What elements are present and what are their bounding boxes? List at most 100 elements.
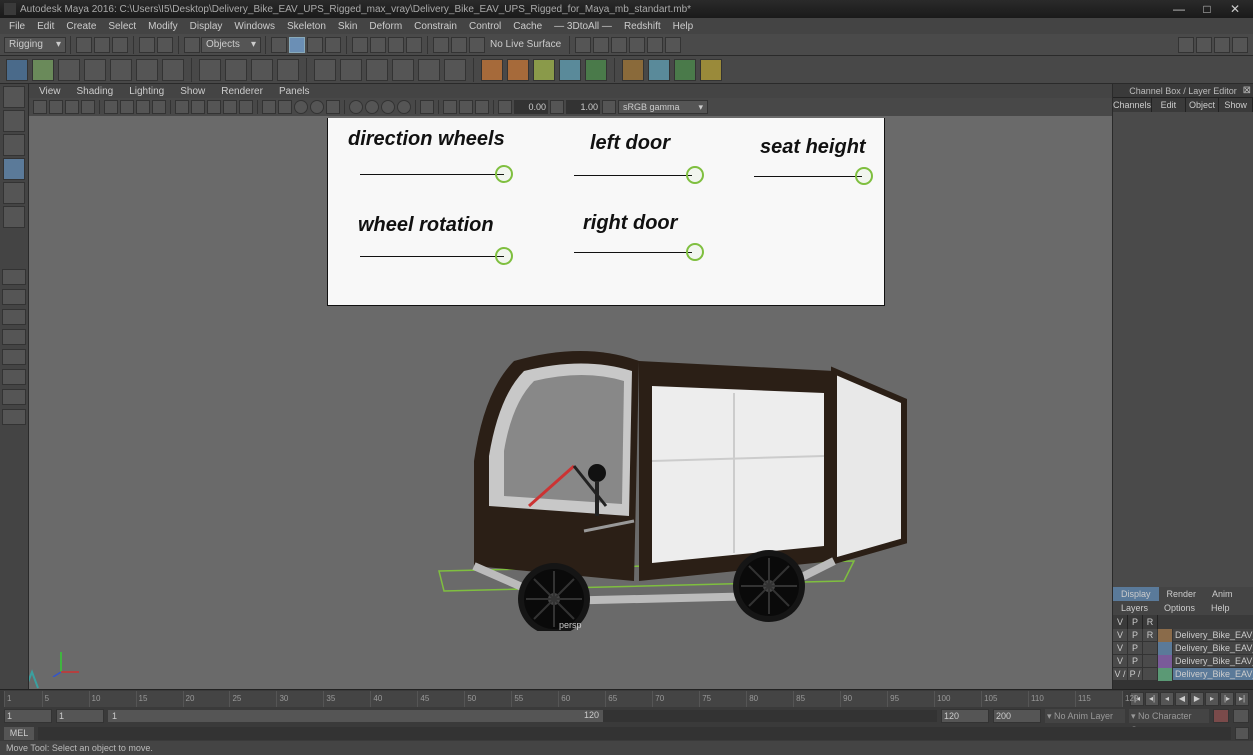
layout-two-h-icon[interactable]	[2, 309, 26, 325]
menu-3dtoall[interactable]: — 3DtoAll —	[549, 21, 617, 32]
rotate-tool-icon[interactable]	[3, 182, 25, 204]
menu-create[interactable]: Create	[61, 21, 101, 32]
shelf-lattice-icon[interactable]	[199, 59, 221, 81]
pt-ao-icon[interactable]	[294, 100, 308, 114]
new-scene-icon[interactable]	[76, 37, 92, 53]
pt-grid-icon[interactable]	[104, 100, 118, 114]
layer-menu-layers[interactable]: Layers	[1113, 601, 1156, 615]
panel-panels[interactable]: Panels	[279, 86, 310, 97]
snap-curve-icon[interactable]	[289, 37, 305, 53]
layout-icon-1[interactable]	[1178, 37, 1194, 53]
menu-control[interactable]: Control	[464, 21, 506, 32]
menu-redshift[interactable]: Redshift	[619, 21, 666, 32]
menu-cache[interactable]: Cache	[508, 21, 547, 32]
snap-plane-icon[interactable]	[325, 37, 341, 53]
pt-motion-icon[interactable]	[310, 100, 324, 114]
panel-renderer[interactable]: Renderer	[221, 86, 263, 97]
shelf-paint-4-icon[interactable]	[700, 59, 722, 81]
construction-icon[interactable]	[388, 37, 404, 53]
range-start-outer[interactable]: 1	[4, 709, 52, 723]
layout-icon-4[interactable]	[1232, 37, 1248, 53]
seat-height-handle[interactable]	[855, 167, 873, 185]
shelf-curve-2-icon[interactable]	[340, 59, 362, 81]
select-tool-icon[interactable]	[3, 86, 25, 108]
range-total[interactable]: 200	[993, 709, 1041, 723]
menu-skeleton[interactable]: Skeleton	[282, 21, 331, 32]
pt-cm-icon[interactable]	[602, 100, 616, 114]
shelf-paint-2-icon[interactable]	[648, 59, 670, 81]
panel-view[interactable]: View	[39, 86, 61, 97]
toggle-icon-4[interactable]	[629, 37, 645, 53]
pt-light-1-icon[interactable]	[349, 100, 363, 114]
direction-wheels-handle[interactable]	[495, 165, 513, 183]
cmd-input[interactable]	[38, 727, 1231, 740]
pt-safe-icon[interactable]	[152, 100, 166, 114]
pt-isolate-icon[interactable]	[262, 100, 276, 114]
module-dropdown[interactable]: Rigging▾	[4, 37, 66, 53]
toggle-icon-5[interactable]	[647, 37, 663, 53]
menu-deform[interactable]: Deform	[364, 21, 407, 32]
tab-render[interactable]: Render	[1159, 587, 1205, 601]
tab-display[interactable]: Display	[1113, 587, 1159, 601]
right-door-handle[interactable]	[686, 243, 704, 261]
tab-object[interactable]: Object	[1186, 98, 1220, 112]
pt-light-4-icon[interactable]	[397, 100, 411, 114]
layout-hyper-icon[interactable]	[2, 389, 26, 405]
step-fwd-key-button[interactable]: |▸	[1220, 692, 1234, 706]
step-back-key-button[interactable]: ◂|	[1145, 692, 1159, 706]
shelf-star-icon[interactable]	[533, 59, 555, 81]
menu-display[interactable]: Display	[185, 21, 228, 32]
snap-point-icon[interactable]	[307, 37, 323, 53]
menu-modify[interactable]: Modify	[143, 21, 182, 32]
autokey-icon[interactable]	[1213, 709, 1229, 723]
menu-select[interactable]: Select	[103, 21, 141, 32]
pt-xray-icon[interactable]	[278, 100, 292, 114]
shelf-orange-1-icon[interactable]	[481, 59, 503, 81]
menu-windows[interactable]: Windows	[229, 21, 280, 32]
layer-row[interactable]: VPDelivery_Bike_EAV_UPS	[1113, 642, 1253, 655]
pt-texture-icon[interactable]	[207, 100, 221, 114]
layer-row[interactable]: V /P /Delivery_Bike_EAV_UPS	[1113, 668, 1253, 681]
shelf-blend-icon[interactable]	[251, 59, 273, 81]
shelf-tool-7[interactable]	[162, 59, 184, 81]
layout-icon-3[interactable]	[1214, 37, 1230, 53]
wheel-rotation-handle[interactable]	[495, 247, 513, 265]
move-tool-icon[interactable]	[3, 158, 25, 180]
layout-icon-2[interactable]	[1196, 37, 1212, 53]
pt-camera-icon[interactable]	[33, 100, 47, 114]
select-mode-icon[interactable]	[184, 37, 200, 53]
play-back-button[interactable]: ◀	[1175, 692, 1189, 706]
range-start[interactable]: 1	[56, 709, 104, 723]
undo-icon[interactable]	[139, 37, 155, 53]
layout-custom-icon[interactable]	[2, 409, 26, 425]
ipr-icon[interactable]	[451, 37, 467, 53]
close-panel-icon[interactable]: ⊠	[1243, 84, 1251, 98]
pt-image-icon[interactable]	[65, 100, 79, 114]
shelf-curve-4-icon[interactable]	[392, 59, 414, 81]
toggle-icon-2[interactable]	[593, 37, 609, 53]
step-back-button[interactable]: ◂	[1160, 692, 1174, 706]
shelf-sphere-icon[interactable]	[559, 59, 581, 81]
paint-select-tool-icon[interactable]	[3, 134, 25, 156]
pt-nurbs-icon[interactable]	[459, 100, 473, 114]
timeline[interactable]: 1510152025303540455055606570758085909510…	[0, 689, 1253, 707]
layout-persp-icon[interactable]	[2, 369, 26, 385]
viewport[interactable]: direction wheels left door seat height w…	[29, 116, 1112, 689]
layer-scrollbar[interactable]	[1113, 681, 1253, 689]
prefs-icon[interactable]	[1233, 709, 1249, 723]
tab-show[interactable]: Show	[1219, 98, 1253, 112]
pt-aa-icon[interactable]	[326, 100, 340, 114]
left-door-handle[interactable]	[686, 166, 704, 184]
shelf-paint-3-icon[interactable]	[674, 59, 696, 81]
shelf-tree-icon[interactable]	[585, 59, 607, 81]
snap-grid-icon[interactable]	[271, 37, 287, 53]
pt-exp-icon[interactable]	[498, 100, 512, 114]
construction-off-icon[interactable]	[406, 37, 422, 53]
redo-icon[interactable]	[157, 37, 173, 53]
shelf-tool-4[interactable]	[84, 59, 106, 81]
toggle-icon-6[interactable]	[665, 37, 681, 53]
pt-res-icon[interactable]	[136, 100, 150, 114]
menu-file[interactable]: File	[4, 21, 30, 32]
range-end[interactable]: 120	[941, 709, 989, 723]
open-scene-icon[interactable]	[94, 37, 110, 53]
